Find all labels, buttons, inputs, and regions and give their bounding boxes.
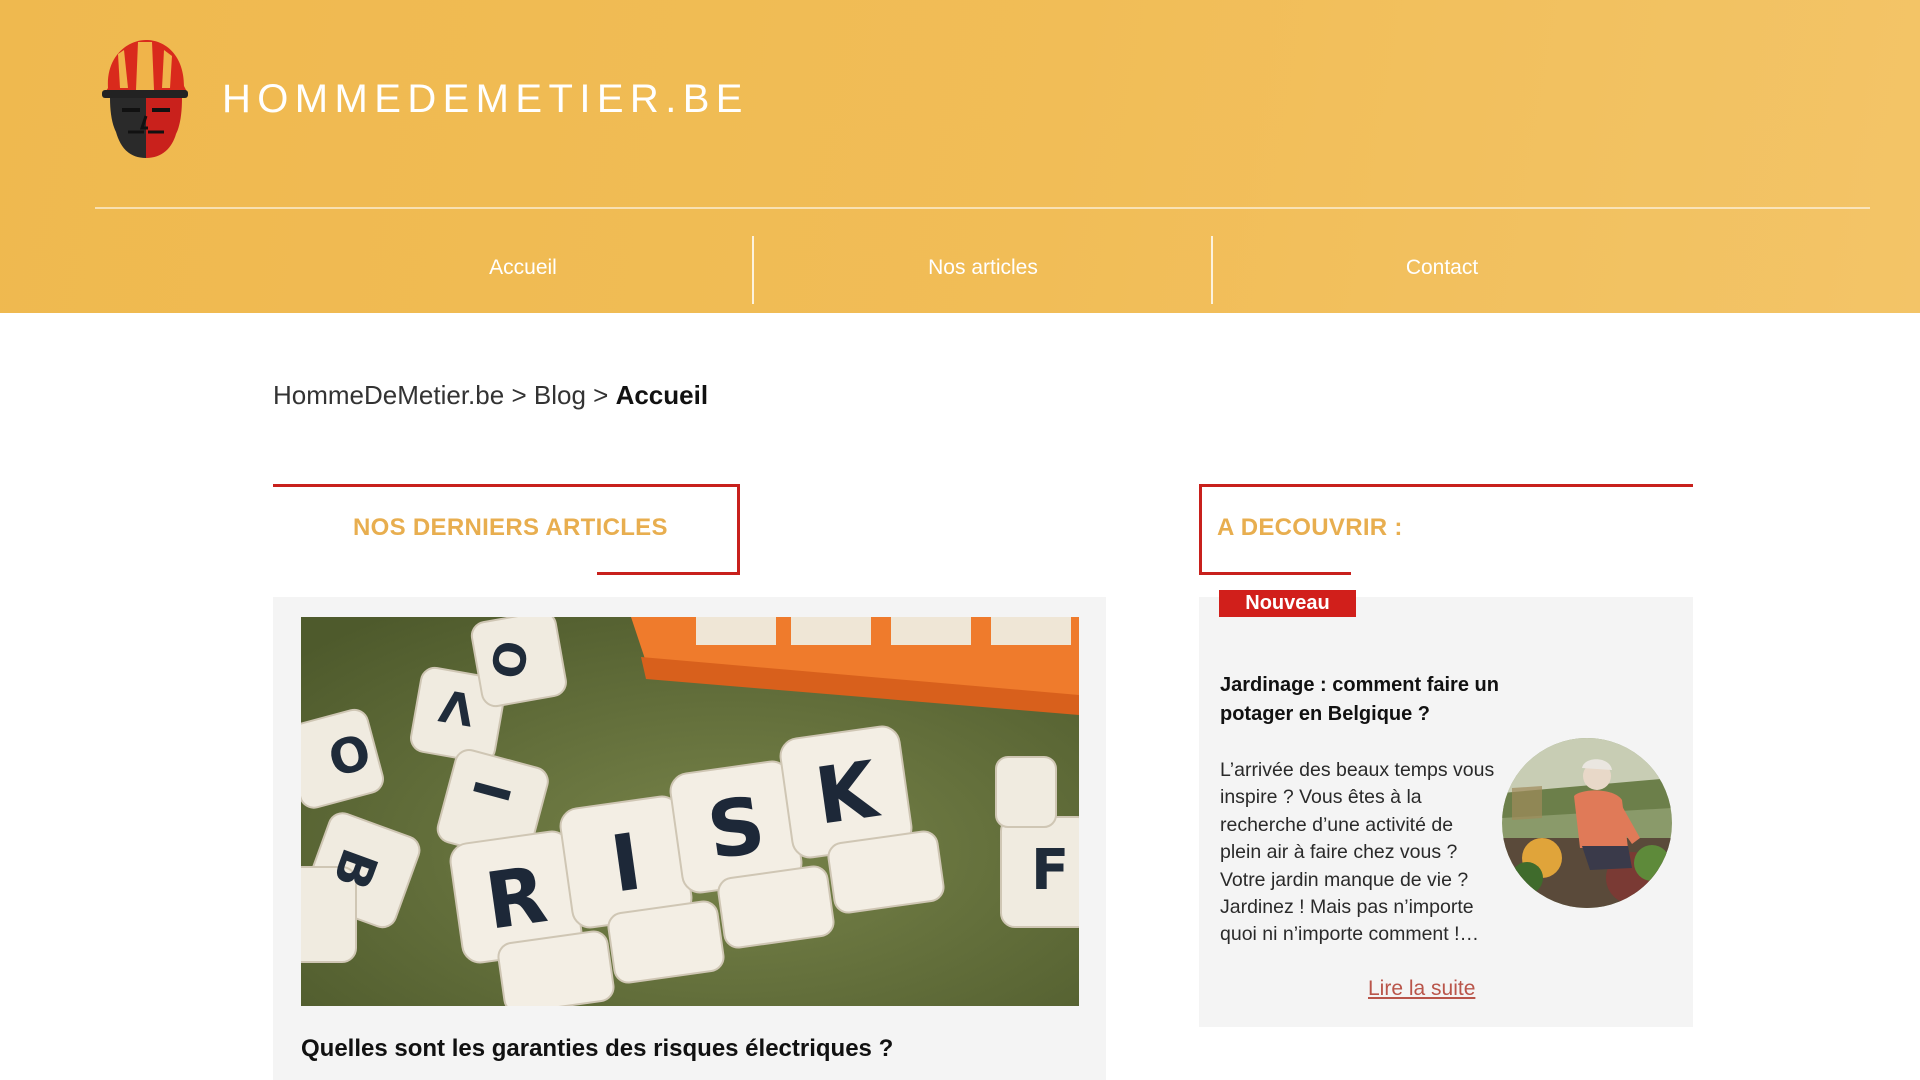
gardening-photo[interactable] [1502, 738, 1672, 908]
svg-text:F: F [1031, 838, 1069, 903]
breadcrumb-current: Accueil [615, 380, 709, 410]
heading-border-right [737, 484, 740, 575]
site-header: HOMMEDEMETIER.BE Accueil Nos articles Co… [0, 0, 1920, 313]
article-title[interactable]: Quelles sont les garanties des risques é… [301, 1035, 893, 1063]
breadcrumb-separator: > [593, 380, 609, 410]
section-title: NOS DERNIERS ARTICLES [353, 514, 668, 541]
nav-item-accueil[interactable]: Accueil [293, 232, 753, 304]
heading-border-top [1199, 484, 1693, 487]
nav-item-nos-articles[interactable]: Nos articles [754, 232, 1212, 304]
breadcrumb-blog[interactable]: Blog [534, 380, 586, 410]
risk-dice-photo[interactable]: O B V O I F R I S K [301, 617, 1079, 1006]
main-nav: Accueil Nos articles Contact [0, 232, 1920, 304]
breadcrumb-separator: > [511, 380, 527, 410]
heading-border-bottom [597, 572, 740, 575]
heading-border-top [273, 484, 740, 487]
nav-item-contact[interactable]: Contact [1213, 232, 1671, 304]
heading-border-bottom [1199, 572, 1351, 575]
site-title[interactable]: HOMMEDEMETIER.BE [222, 77, 749, 122]
section-title: A DECOUVRIR : [1217, 514, 1403, 541]
heading-border-left [1199, 484, 1202, 575]
featured-article-title[interactable]: Jardinage : comment faire un potager en … [1220, 671, 1510, 729]
read-more-link[interactable]: Lire la suite [1368, 977, 1475, 1001]
breadcrumb-home[interactable]: HommeDeMetier.be [273, 380, 504, 410]
worker-hardhat-logo[interactable] [100, 36, 190, 160]
featured-article-excerpt: L’arrivée des beaux temps vous inspire ?… [1220, 759, 1495, 946]
header-divider [95, 207, 1870, 209]
breadcrumb: HommeDeMetier.be > Blog > Accueil [273, 380, 708, 411]
dice-letter: R [480, 850, 552, 947]
article-card[interactable]: O B V O I F R I S K Quelles sont les gar… [273, 597, 1106, 1080]
new-badge: Nouveau [1219, 590, 1356, 617]
